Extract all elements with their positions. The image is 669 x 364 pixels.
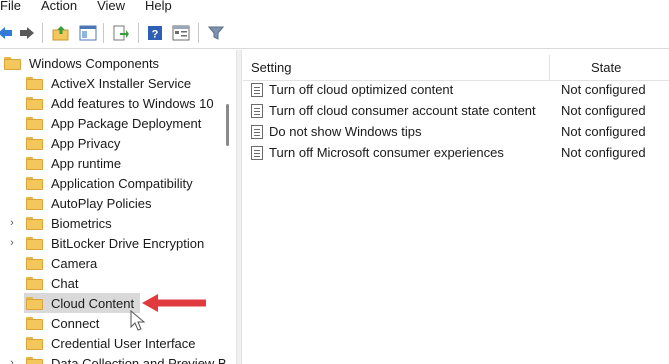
tree-item[interactable]: App runtime xyxy=(26,153,123,173)
folder-icon xyxy=(26,216,43,230)
menu-file[interactable]: File xyxy=(0,0,31,12)
policy-setting-icon xyxy=(251,104,263,118)
toolbar-separator xyxy=(198,23,199,43)
setting-state: Not configured xyxy=(561,145,646,160)
tree-item[interactable]: Chat xyxy=(26,273,80,293)
folder-icon xyxy=(26,256,43,270)
tree-item-label: BitLocker Drive Encryption xyxy=(51,235,205,251)
settings-list-pane: Setting State Turn off cloud optimized c… xyxy=(243,50,669,364)
setting-row[interactable]: Turn off Microsoft consumer experiences N… xyxy=(243,143,669,164)
folder-icon xyxy=(26,196,43,210)
column-header-state[interactable]: State xyxy=(591,60,621,75)
setting-state: Not configured xyxy=(561,103,646,118)
show-hide-tree-icon[interactable] xyxy=(77,23,99,43)
up-folder-icon[interactable] xyxy=(50,23,72,43)
tree-item-label: Add features to Windows 10 xyxy=(51,95,214,111)
tree-item[interactable]: Add features to Windows 10 xyxy=(26,93,216,113)
tree-scrollbar-thumb[interactable] xyxy=(226,104,229,146)
export-list-icon[interactable] xyxy=(110,23,132,43)
tree-item-label: ActiveX Installer Service xyxy=(51,75,192,91)
folder-icon xyxy=(26,136,43,150)
tree-item[interactable]: Data Collection and Preview B xyxy=(26,353,229,364)
tree-root-label: Windows Components xyxy=(29,55,160,71)
folder-icon xyxy=(26,116,43,130)
setting-name: Do not show Windows tips xyxy=(269,124,422,139)
toolbar-separator xyxy=(138,23,139,43)
tree-item[interactable]: Connect xyxy=(26,313,101,333)
setting-name: Turn off cloud optimized content xyxy=(269,82,454,97)
tree-expand-chevron-icon[interactable]: › xyxy=(8,353,16,364)
folder-icon xyxy=(26,156,43,170)
setting-name: Turn off Microsoft consumer experiences xyxy=(269,145,504,160)
back-icon[interactable] xyxy=(0,23,16,43)
tree-item[interactable]: Camera xyxy=(26,253,99,273)
folder-icon xyxy=(26,356,43,364)
tree-expand-chevron-icon[interactable]: › xyxy=(8,233,16,253)
toolbar-separator xyxy=(103,23,104,43)
pane-splitter[interactable] xyxy=(236,50,242,364)
folder-icon xyxy=(26,96,43,110)
tree-item-label: Chat xyxy=(51,275,79,291)
column-divider[interactable] xyxy=(549,55,550,81)
tree-item[interactable]: App Package Deployment xyxy=(26,113,203,133)
folder-icon xyxy=(4,56,21,70)
annotation-arrow-icon xyxy=(142,294,206,312)
tree-item-label: App Package Deployment xyxy=(51,115,202,131)
menu-view[interactable]: View xyxy=(87,0,135,12)
tree-item-label: Application Compatibility xyxy=(51,175,193,191)
setting-row[interactable]: Turn off cloud optimized content Not conf… xyxy=(243,80,669,101)
folder-icon xyxy=(26,276,43,290)
policy-setting-icon xyxy=(251,146,263,160)
tree-item[interactable]: App Privacy xyxy=(26,133,122,153)
toolbar-separator xyxy=(42,23,43,43)
setting-row[interactable]: Do not show Windows tips Not configured xyxy=(243,122,669,143)
policy-setting-icon xyxy=(251,125,263,139)
tree-item-label: Cloud Content xyxy=(51,295,135,311)
tree-item[interactable]: ActiveX Installer Service xyxy=(26,73,193,93)
filter-icon[interactable] xyxy=(205,23,227,43)
setting-row[interactable]: Turn off cloud consumer account state co… xyxy=(243,101,669,122)
tree-item[interactable]: Biometrics xyxy=(26,213,114,233)
tree-item[interactable]: Application Compatibility xyxy=(26,173,195,193)
folder-icon xyxy=(26,336,43,350)
tree-expand-chevron-icon[interactable]: › xyxy=(8,213,16,233)
folder-icon xyxy=(26,316,43,330)
tree-item-label: Biometrics xyxy=(51,215,112,231)
setting-state: Not configured xyxy=(561,82,646,97)
tree-item[interactable]: Cloud Content xyxy=(24,293,141,313)
menu-bar: File Action View Help xyxy=(0,0,669,16)
folder-icon xyxy=(26,236,43,250)
help-icon[interactable]: ? xyxy=(144,23,166,43)
tree-item-label: App runtime xyxy=(51,155,122,171)
column-header-setting[interactable]: Setting xyxy=(251,60,291,75)
menu-action[interactable]: Action xyxy=(31,0,87,12)
tree-item[interactable]: AutoPlay Policies xyxy=(26,193,153,213)
toolbar: ? xyxy=(0,17,669,49)
tree-item-label: Data Collection and Preview B xyxy=(51,355,227,364)
folder-icon xyxy=(26,296,43,310)
tree-item[interactable]: BitLocker Drive Encryption xyxy=(26,233,206,253)
tree-root[interactable]: Windows Components xyxy=(4,53,161,73)
setting-state: Not configured xyxy=(561,124,646,139)
policy-setting-icon xyxy=(251,83,263,97)
folder-icon xyxy=(26,176,43,190)
svg-text:?: ? xyxy=(152,29,159,41)
mouse-cursor-icon xyxy=(130,310,146,331)
setting-name: Turn off cloud consumer account state co… xyxy=(269,103,536,118)
tree-item-label: Credential User Interface xyxy=(51,335,196,351)
menu-help[interactable]: Help xyxy=(135,0,182,12)
list-header: Setting State xyxy=(243,55,669,81)
forward-icon[interactable] xyxy=(16,23,38,43)
properties-icon[interactable] xyxy=(170,23,192,43)
tree-item-label: Connect xyxy=(51,315,100,331)
tree-item-label: App Privacy xyxy=(51,135,121,151)
tree-item[interactable]: Credential User Interface xyxy=(26,333,198,353)
tree-item-label: Camera xyxy=(51,255,98,271)
tree-item-label: AutoPlay Policies xyxy=(51,195,152,211)
folder-icon xyxy=(26,76,43,90)
tree-pane[interactable]: Windows Components ActiveX Installer Ser… xyxy=(0,50,234,364)
